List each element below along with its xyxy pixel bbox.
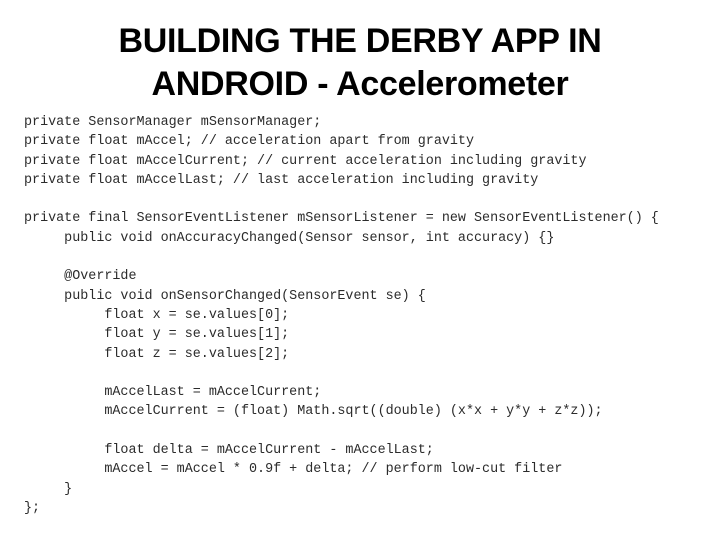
code-line: float x = se.values[0]; [24,307,290,323]
code-line: mAccelCurrent = (float) Math.sqrt((doubl… [24,404,603,420]
code-line: float z = se.values[2]; [24,346,290,362]
code-line: mAccelLast = mAccelCurrent; [24,385,322,401]
code-line: } [24,481,73,497]
code-line: float delta = mAccelCurrent - mAccelLast… [24,443,434,459]
code-line: public void onSensorChanged(SensorEvent … [24,288,426,304]
code-line: private final SensorEventListener mSenso… [24,211,659,227]
slide-title-line-2: ANDROID - Accelerometer [151,65,569,103]
code-line: }; [24,500,41,516]
code-line: private float mAccel; // acceleration ap… [24,134,474,150]
code-line: private float mAccelCurrent; // current … [24,153,587,169]
code-line: @Override [24,269,137,285]
code-line: mAccel = mAccel * 0.9f + delta; // perfo… [24,462,563,478]
code-line: private float mAccelLast; // last accele… [24,172,539,188]
slide-title: BUILDING THE DERBY APP IN ANDROID - Acce… [0,20,720,106]
slide-title-line-1: BUILDING THE DERBY APP IN [118,22,602,60]
code-line: float y = se.values[1]; [24,327,290,343]
code-line: public void onAccuracyChanged(Sensor sen… [24,230,555,246]
code-snippet: private SensorManager mSensorManager; pri… [24,113,714,518]
code-line: private SensorManager mSensorManager; [24,115,322,130]
